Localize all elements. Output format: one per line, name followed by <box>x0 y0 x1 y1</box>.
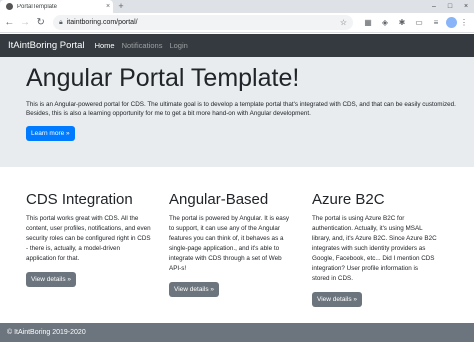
view-details-button[interactable]: View details » <box>312 292 362 307</box>
window-controls: – □ × <box>426 0 474 13</box>
column-text: The portal is powered by Angular. It is … <box>169 215 290 272</box>
jumbotron-description: This is an Angular-powered portal for CD… <box>26 101 456 117</box>
maximize-button[interactable]: □ <box>442 0 458 13</box>
forward-arrow-icon[interactable]: → <box>19 16 32 30</box>
url-text[interactable]: itaintboring.com/portal/ <box>67 19 340 26</box>
column-heading: Azure B2C <box>312 191 385 208</box>
address-bar[interactable]: 🔒︎ itaintboring.com/portal/ ☆ <box>53 15 353 30</box>
extension-cast-icon[interactable]: ▭ <box>412 16 426 30</box>
more-menu-icon[interactable]: ⋮ <box>457 16 471 30</box>
lock-icon: 🔒︎ <box>59 18 63 26</box>
column-heading: CDS Integration <box>26 191 133 208</box>
site-footer: © ItAintBoring 2019-2020 <box>0 323 474 342</box>
extension-puzzle-icon[interactable]: ✱ <box>395 16 409 30</box>
back-arrow-icon[interactable]: ← <box>3 16 16 30</box>
profile-avatar[interactable] <box>445 16 457 28</box>
minimize-button[interactable]: – <box>426 0 442 13</box>
extension-shield-icon[interactable]: ◈ <box>378 16 392 30</box>
column-text: The portal is using Azure B2C for authen… <box>312 215 437 282</box>
angular-favicon-icon <box>6 3 13 10</box>
extension-list-icon[interactable]: ≡ <box>429 16 443 30</box>
new-tab-button[interactable]: + <box>116 1 126 12</box>
browser-tab-strip: PortalTemplate × + – □ × <box>0 0 474 13</box>
nav-link-login[interactable]: Login <box>169 41 187 50</box>
bookmark-star-icon[interactable]: ☆ <box>340 18 347 27</box>
extension-icons: ▦ ◈ ✱ ▭ ≡ ⋮ <box>361 16 474 30</box>
nav-link-home[interactable]: Home <box>95 41 115 50</box>
extension-grid-icon[interactable]: ▦ <box>361 16 375 30</box>
site-navbar: ItAintBoring Portal Home Notifications L… <box>0 34 474 57</box>
close-window-button[interactable]: × <box>458 0 474 13</box>
reload-icon[interactable]: ↻ <box>34 16 47 30</box>
feature-column-cds: CDS Integration This portal works great … <box>26 191 161 287</box>
feature-column-angular: Angular-Based The portal is powered by A… <box>169 191 304 297</box>
nav-link-notifications[interactable]: Notifications <box>122 41 163 50</box>
learn-more-button[interactable]: Learn more » <box>26 126 75 141</box>
view-details-button[interactable]: View details » <box>26 272 76 287</box>
column-text: This portal works great with CDS. All th… <box>26 215 151 262</box>
browser-tab[interactable]: PortalTemplate × <box>0 0 113 13</box>
browser-toolbar: ← → ↻ 🔒︎ itaintboring.com/portal/ ☆ ▦ ◈ … <box>0 13 474 33</box>
view-details-button[interactable]: View details » <box>169 282 219 297</box>
tab-close-icon[interactable]: × <box>103 3 113 10</box>
jumbotron: Angular Portal Template! This is an Angu… <box>0 57 474 167</box>
page-title: Angular Portal Template! <box>26 64 300 92</box>
column-heading: Angular-Based <box>169 191 269 208</box>
navbar-brand[interactable]: ItAintBoring Portal <box>8 40 85 51</box>
tab-title: PortalTemplate <box>17 3 58 10</box>
feature-column-azure: Azure B2C The portal is using Azure B2C … <box>312 191 447 307</box>
footer-copyright: © ItAintBoring 2019-2020 <box>7 329 86 336</box>
